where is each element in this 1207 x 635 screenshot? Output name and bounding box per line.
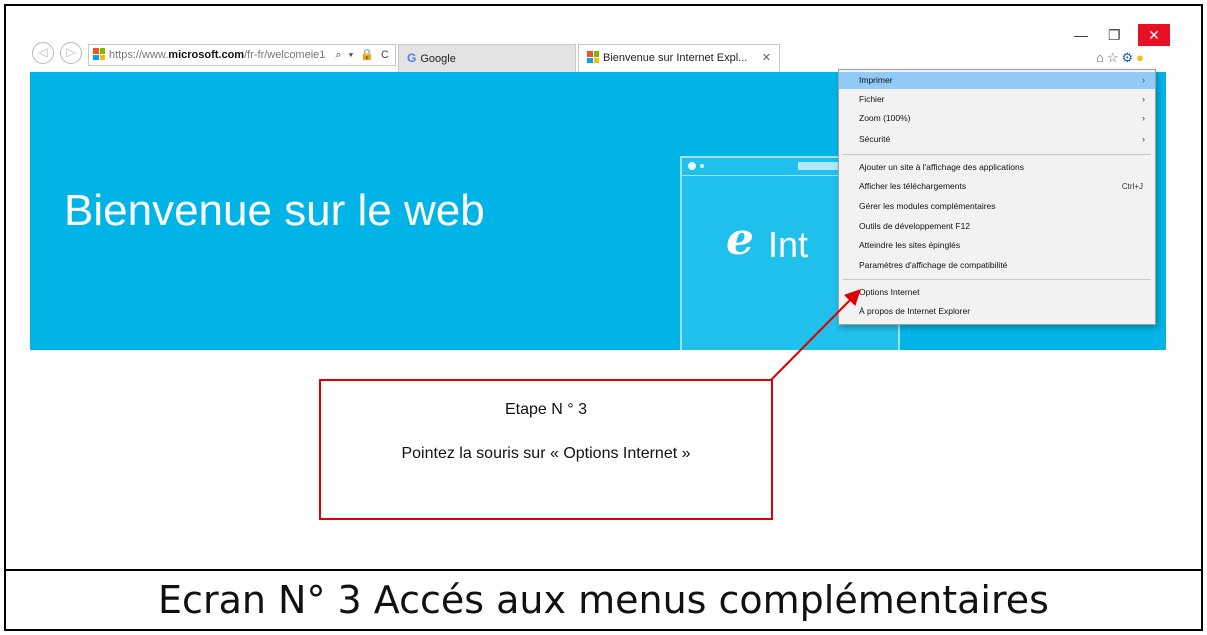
tab-label: Bienvenue sur Internet Expl... xyxy=(603,52,748,64)
ie-window-dot xyxy=(700,164,704,168)
address-bar[interactable]: https://www.microsoft.com/fr-fr/welcomei… xyxy=(88,44,396,66)
microsoft-favicon-icon xyxy=(587,51,599,63)
chevron-right-icon: › xyxy=(1142,75,1145,85)
menu-item-label: Gérer les modules complémentaires xyxy=(859,201,996,211)
ie-logo-icon: e xyxy=(726,214,754,265)
menu-item-ajouter-site[interactable]: Ajouter un site à l'affichage des applic… xyxy=(839,159,1155,176)
url-path: /fr-fr/welcomeie1 xyxy=(244,49,326,61)
restore-button[interactable]: ❐ xyxy=(1108,27,1121,44)
toolbar-icons: ⌂☆⚙● xyxy=(1096,50,1147,66)
menu-item-imprimer[interactable]: Imprimer › xyxy=(839,72,1155,89)
close-window-button[interactable]: ✕ xyxy=(1138,24,1170,46)
menu-item-label: À propos de Internet Explorer xyxy=(859,306,971,316)
url-domain: microsoft.com xyxy=(168,49,245,61)
back-arrow-icon: ◁ xyxy=(38,45,48,59)
minimize-button[interactable]: — xyxy=(1074,27,1088,43)
tab-bienvenue[interactable]: Bienvenue sur Internet Expl... ✕ xyxy=(578,44,780,72)
menu-separator xyxy=(843,279,1151,280)
menu-item-compatibilite[interactable]: Paramètres d'affichage de compatibilité xyxy=(839,257,1155,274)
menu-item-label: Zoom (100%) xyxy=(859,113,911,123)
tab-google[interactable]: G Google xyxy=(398,44,576,72)
menu-item-a-propos[interactable]: À propos de Internet Explorer xyxy=(839,303,1155,320)
menu-item-label: Sécurité xyxy=(859,134,891,144)
callout-instruction: Pointez la souris sur « Options Internet… xyxy=(401,445,691,462)
menu-item-label: Options Internet xyxy=(859,287,920,297)
menu-item-securite[interactable]: Sécurité › xyxy=(839,131,1155,148)
menu-item-label: Ajouter un site à l'affichage des applic… xyxy=(859,162,1024,172)
menu-item-label: Imprimer xyxy=(859,75,893,85)
chevron-right-icon: › xyxy=(1142,134,1145,144)
gear-icon[interactable]: ⚙ xyxy=(1122,50,1137,65)
home-icon[interactable]: ⌂ xyxy=(1096,50,1107,65)
smiley-icon[interactable]: ● xyxy=(1136,50,1147,65)
ie-logo-text: Int xyxy=(768,224,809,265)
caption-divider xyxy=(6,569,1201,571)
menu-item-sites-epingles[interactable]: Atteindre les sites épinglés xyxy=(839,237,1155,254)
menu-shortcut: Ctrl+J xyxy=(1121,182,1143,191)
menu-item-label: Fichier xyxy=(859,94,885,104)
screen-caption: Ecran N° 3 Accés aux menus complémentair… xyxy=(158,578,1049,622)
ie-window-dot xyxy=(688,162,696,170)
menu-item-label: Atteindre les sites épinglés xyxy=(859,240,961,250)
back-button[interactable]: ◁ xyxy=(32,42,54,64)
address-bar-icons[interactable]: ⌕ ▾ 🔒 C xyxy=(335,45,391,65)
banner-title: Bienvenue sur le web xyxy=(64,186,485,235)
menu-separator xyxy=(843,154,1151,155)
chevron-right-icon: › xyxy=(1142,113,1145,123)
tab-close-icon[interactable]: ✕ xyxy=(762,45,771,71)
tab-label: Google xyxy=(420,53,456,65)
menu-item-label: Outils de développement F12 xyxy=(859,221,971,231)
url-prefix: https://www. xyxy=(109,49,169,61)
tools-dropdown-menu: Imprimer › Fichier › Zoom (100%) › Sécurité… xyxy=(838,69,1156,325)
menu-item-outils-dev[interactable]: Outils de développement F12 xyxy=(839,218,1155,235)
menu-item-modules[interactable]: Gérer les modules complémentaires xyxy=(839,198,1155,215)
chevron-right-icon: › xyxy=(1142,94,1145,104)
forward-button[interactable]: ▷ xyxy=(60,42,82,64)
menu-item-fichier[interactable]: Fichier › xyxy=(839,91,1155,108)
menu-item-label: Afficher les téléchargements xyxy=(859,181,967,191)
menu-item-label: Paramètres d'affichage de compatibilité xyxy=(859,260,1008,270)
step-callout: Etape N ° 3 Pointez la souris sur « Opti… xyxy=(319,379,773,520)
forward-arrow-icon: ▷ xyxy=(66,45,76,59)
menu-item-options-internet[interactable]: Options Internet xyxy=(839,284,1155,301)
callout-step-title: Etape N ° 3 xyxy=(505,401,587,418)
star-icon[interactable]: ☆ xyxy=(1107,50,1122,65)
menu-item-telechargements[interactable]: Afficher les téléchargements Ctrl+J xyxy=(839,178,1155,195)
menu-item-zoom[interactable]: Zoom (100%) › xyxy=(839,110,1155,127)
microsoft-favicon-icon xyxy=(93,48,105,60)
google-favicon-icon: G xyxy=(407,51,417,65)
